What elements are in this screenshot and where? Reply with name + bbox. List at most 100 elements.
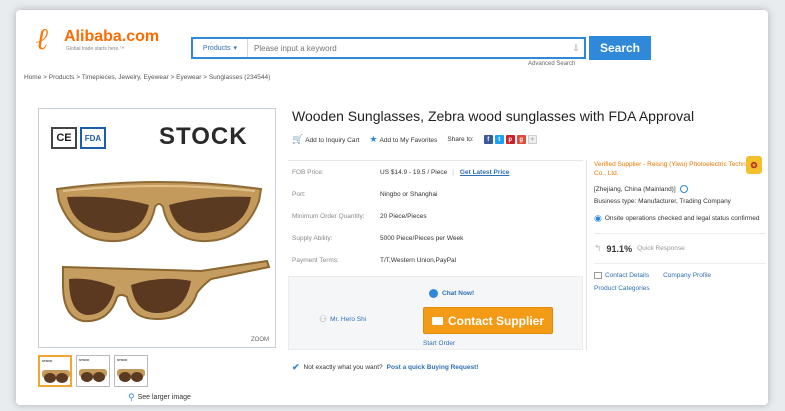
checkmark-icon: ✔ [292, 362, 300, 372]
add-to-favorites-button[interactable]: ★ Add to My Favorites [369, 134, 437, 145]
star-icon: ★ [369, 134, 378, 144]
post-buying-request-link[interactable]: Post a quick Buying Request! [387, 364, 479, 371]
pinterest-icon[interactable]: p [505, 135, 515, 144]
spec-value: 20 Piece/Pieces [380, 212, 427, 220]
thumbnail-label: STOCK [42, 359, 53, 363]
googleplus-icon[interactable]: g [516, 135, 526, 144]
chat-now-label: Chat Now! [442, 290, 475, 297]
search-button[interactable]: Search [589, 36, 651, 60]
response-rate-label: Quick Response [637, 245, 685, 252]
company-profile-link[interactable]: Company Profile [663, 272, 711, 279]
chevron-down-icon: ▾ [233, 45, 238, 52]
contact-box: ⚇ Mr. Hero Shi Chat Now! Contact Supplie… [288, 276, 583, 350]
thumbnail-3[interactable]: STOCK [114, 355, 148, 387]
contact-details-link[interactable]: Contact Details [594, 272, 649, 279]
logo-name: Alibaba.com [64, 28, 160, 45]
thumbnail-1[interactable]: STOCK [38, 355, 72, 387]
gold-supplier-icon: ✪ [746, 156, 762, 174]
buying-request: ✔ Not exactly what you want? Post a quic… [292, 362, 478, 373]
spec-value: T/T,Western Union,PayPal [380, 256, 457, 264]
spec-row-payment: Payment Terms: T/T,Western Union,PayPal [288, 249, 583, 271]
spec-separator: | [452, 168, 454, 176]
alibaba-logo[interactable]: ℓ Alibaba.com Global trade starts here.™ [36, 24, 186, 60]
product-categories-link[interactable]: Product Categories [594, 285, 766, 292]
response-rate-value: 91.1% [606, 243, 633, 254]
thumbnail-label: STOCK [79, 358, 90, 362]
supplier-panel: Verified Supplier - Reisng (Yiwu) Photoe… [594, 156, 766, 292]
cert-badges: CE FDA [51, 127, 106, 149]
magnifier-icon: ⚲ [128, 392, 135, 402]
product-actions: 🛒 Add to Inquiry Cart ★ Add to My Favorite… [292, 134, 537, 145]
spec-label: FOB Price: [292, 168, 324, 176]
contact-supplier-label: Contact Supplier [447, 313, 544, 328]
thumbnail-label: STOCK [117, 358, 128, 362]
contact-supplier-button[interactable]: Contact Supplier [423, 307, 553, 334]
add-to-inquiry-button[interactable]: 🛒 Add to Inquiry Cart [292, 134, 359, 145]
spec-row-moq: Minimum Order Quantity: 20 Piece/Pieces [288, 205, 583, 227]
search-bar: Products ▾ ⇩ [191, 37, 586, 59]
spec-row-port: Port: Ningbo or Shanghai [288, 183, 583, 205]
add-to-favorites-label: Add to My Favorites [379, 137, 438, 144]
supplier-location: [Zhejiang, China (Mainland)] [594, 185, 766, 193]
add-to-inquiry-label: Add to Inquiry Cart [305, 137, 360, 144]
divider [586, 160, 587, 350]
more-share-icon[interactable]: + [527, 135, 537, 144]
spec-label: Payment Terms: [292, 256, 339, 264]
advanced-search-link[interactable]: Advanced Search [528, 61, 575, 67]
business-type: Business type: Manufacturer, Trading Com… [594, 198, 731, 205]
contact-person-name: Mr. Hero Shi [330, 316, 367, 323]
see-larger-label: See larger image [137, 394, 191, 401]
spec-value: 5000 Piece/Pieces per Week [380, 234, 464, 242]
cart-icon: 🛒 [292, 134, 304, 144]
sunglasses-thumb-icon [79, 369, 107, 382]
facebook-icon[interactable]: f [483, 135, 493, 144]
spec-row-fob: FOB Price: US $14.9 - 19.5 / Piece | Get… [288, 161, 583, 183]
onsite-text: Onsite operations checked and legal stat… [604, 215, 760, 222]
microphone-icon[interactable]: ⇩ [568, 39, 584, 57]
logo-tagline: Global trade starts here.™ [66, 46, 125, 52]
spec-value: US $14.9 - 19.5 / Piece [380, 168, 448, 176]
person-icon: ⚇ [319, 314, 328, 324]
thumbnail-2[interactable]: STOCK [76, 355, 110, 387]
envelope-icon [431, 316, 443, 325]
get-latest-price-link[interactable]: Get Latest Price [460, 169, 510, 176]
search-category-label: Products [202, 44, 231, 52]
zoom-label[interactable]: ZOOM [251, 337, 269, 343]
main-product-image[interactable]: CE FDA STOCK ZOOM [38, 108, 276, 348]
response-rate: ↰ 91.1% Quick Response [594, 233, 766, 264]
twitter-icon[interactable]: t [494, 135, 504, 144]
onsite-check: ◉ Onsite operations checked and legal st… [594, 214, 766, 223]
verified-label: Verified Supplier [594, 161, 642, 168]
product-title: Wooden Sunglasses, Zebra wood sunglasses… [292, 108, 695, 124]
chat-now-button[interactable]: Chat Now! [429, 289, 474, 298]
verified-supplier[interactable]: Verified Supplier - Reisng (Yiwu) Photoe… [594, 160, 766, 178]
sunglasses-thumb-icon [42, 370, 70, 383]
product-specs: FOB Price: US $14.9 - 19.5 / Piece | Get… [288, 160, 583, 272]
spec-label: Port: [292, 190, 306, 198]
contact-card-icon [594, 272, 602, 279]
share-label: Share to: [447, 136, 474, 143]
buying-request-prefix: Not exactly what you want? [303, 364, 383, 371]
location-text: [Zhejiang, China (Mainland)] [594, 185, 676, 193]
search-category-select[interactable]: Products ▾ [193, 39, 248, 57]
spec-value: Ningbo or Shanghai [380, 190, 438, 198]
fda-badge: FDA [80, 127, 106, 149]
ce-badge: CE [51, 127, 77, 149]
supplier-links: Contact Details Company Profile [594, 272, 766, 279]
contact-details-label: Contact Details [605, 272, 650, 279]
wooden-sunglasses-image-front [55, 181, 263, 243]
contact-person[interactable]: ⚇ Mr. Hero Shi [319, 314, 366, 325]
logo-mark-icon: ℓ [36, 23, 49, 56]
stock-label: STOCK [159, 123, 248, 150]
thumbnail-strip: STOCK STOCK STOCK [38, 355, 148, 387]
share-icons: f t p g + [483, 135, 537, 144]
breadcrumb[interactable]: Home > Products > Timepieces, Jewelry, E… [24, 74, 270, 81]
search-input[interactable] [248, 39, 568, 57]
onsite-check-icon: ◉ [594, 213, 602, 223]
product-page: ℓ Alibaba.com Global trade starts here.™… [16, 10, 768, 405]
header: ℓ Alibaba.com Global trade starts here.™… [16, 10, 768, 72]
spec-row-supply: Supply Ability: 5000 Piece/Pieces per We… [288, 227, 583, 249]
sunglasses-thumb-icon [117, 369, 145, 382]
see-larger-image-link[interactable]: ⚲ See larger image [128, 392, 191, 403]
start-order-link[interactable]: Start Order [423, 340, 455, 347]
